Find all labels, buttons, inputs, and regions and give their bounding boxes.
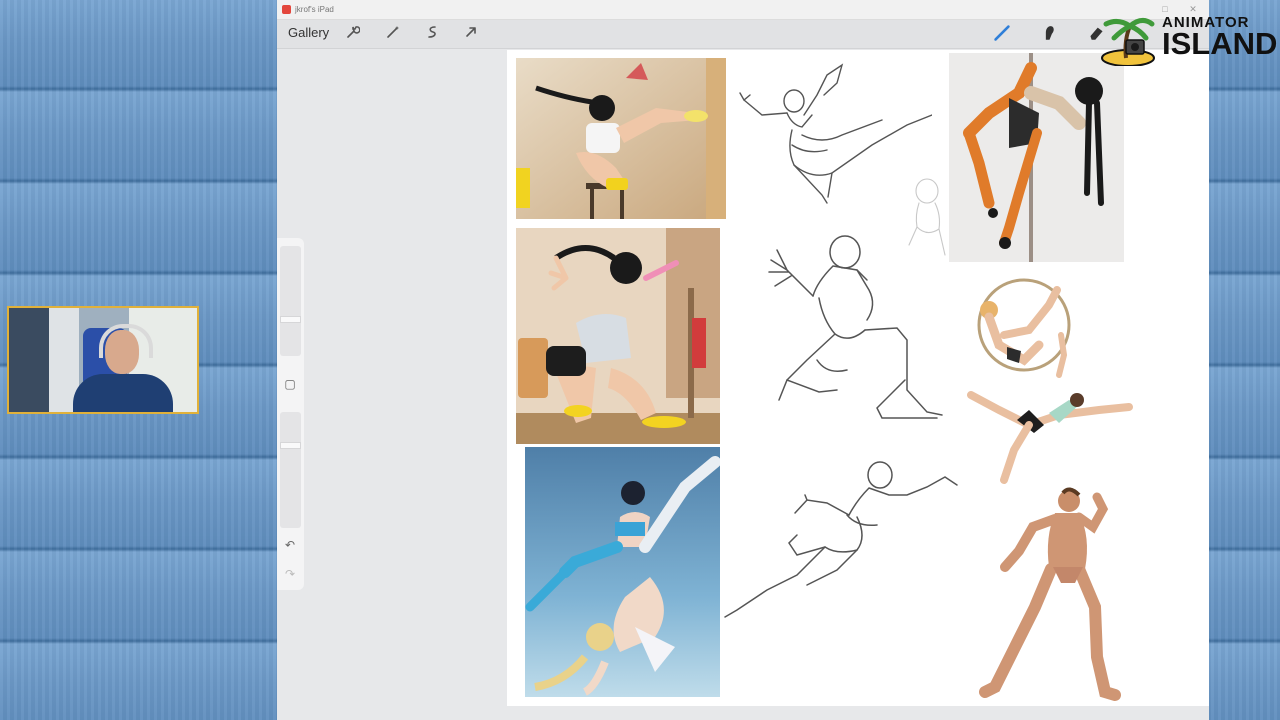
drawing-canvas[interactable]: [507, 50, 1209, 706]
brush-size-thumb[interactable]: [280, 316, 301, 323]
pose-photo-hoop-acrobats: [959, 275, 1137, 490]
gallery-button[interactable]: Gallery: [288, 25, 329, 40]
brush-size-slider[interactable]: [280, 246, 301, 356]
smudge-icon[interactable]: [1040, 24, 1058, 42]
brush-icon[interactable]: [993, 24, 1011, 42]
island-logo-icon: [1101, 18, 1155, 66]
gesture-sketch-2: [757, 230, 947, 426]
headset-icon: [99, 324, 153, 358]
pose-photo-fan-kick: [516, 58, 726, 219]
pose-photo-underwater: [525, 447, 720, 697]
pose-photo-pole: [949, 53, 1124, 262]
opacity-thumb[interactable]: [280, 442, 301, 449]
gesture-sketch-3: [717, 455, 967, 625]
pose-photo-male-dancer: [975, 487, 1145, 702]
wrench-icon[interactable]: [344, 25, 362, 43]
side-slider-panel: ▢ ↶ ↷: [277, 238, 304, 590]
app-icon: [282, 5, 291, 14]
square-modify-icon[interactable]: ▢: [283, 377, 297, 391]
webcam-person-body: [73, 374, 173, 412]
redo-icon[interactable]: ↷: [283, 567, 297, 581]
opacity-slider[interactable]: [280, 412, 301, 528]
magic-wand-icon[interactable]: [384, 25, 402, 43]
toolbar: Gallery: [277, 20, 1209, 49]
logo-text-line2: ISLAND: [1162, 26, 1278, 61]
webcam-feed: [7, 306, 199, 414]
pose-photo-lunge: [516, 228, 720, 444]
undo-icon[interactable]: ↶: [283, 538, 297, 552]
window-titlebar: jkrof's iPad □ ✕: [277, 0, 1209, 20]
gesture-sketch-1: [732, 55, 933, 210]
animator-island-logo: ANIMATOR ISLAND: [1100, 10, 1277, 66]
transform-arrow-icon[interactable]: [462, 25, 480, 43]
window-title: jkrof's iPad: [295, 5, 334, 14]
app-window: jkrof's iPad □ ✕ Gallery ▢ ↶ ↷: [277, 0, 1209, 720]
selection-icon[interactable]: [423, 25, 441, 43]
